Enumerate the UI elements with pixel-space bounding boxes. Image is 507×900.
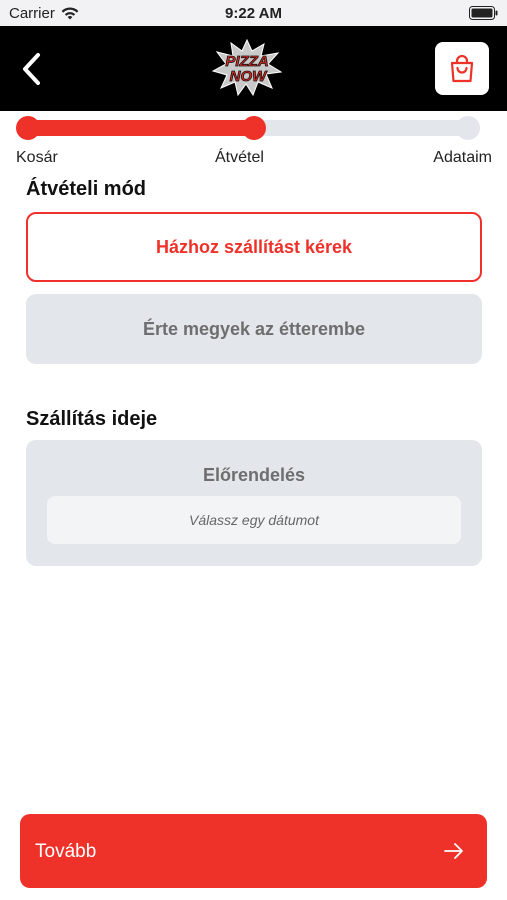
preorder-card: Előrendelés xyxy=(26,440,482,566)
step-dot-atvetel[interactable] xyxy=(242,116,266,140)
step-label-kosar: Kosár xyxy=(16,149,58,166)
home-delivery-option[interactable]: Házhoz szállítást kérek xyxy=(26,212,482,282)
shopping-bag-icon xyxy=(450,54,474,82)
preorder-label: Előrendelés xyxy=(202,465,306,485)
chevron-left-icon xyxy=(23,53,40,85)
restaurant-pickup-option[interactable]: Érte megyek az étterembe xyxy=(26,294,482,364)
delivery-time-section-title: Szállítás ideje xyxy=(26,408,158,430)
step-label-atvetel: Átvétel xyxy=(215,149,264,166)
next-button-label: Tovább xyxy=(35,841,97,862)
pizza-now-logo: PIZZA NOW xyxy=(212,38,282,96)
back-button[interactable] xyxy=(16,50,50,88)
status-bar: Carrier 9:22 AM xyxy=(0,0,507,26)
status-time: 9:22 AM xyxy=(225,5,282,22)
step-label-adataim: Adataim xyxy=(433,149,492,166)
step-dot-kosar[interactable] xyxy=(16,116,40,140)
svg-text:NOW: NOW xyxy=(230,68,269,85)
arrow-right-icon xyxy=(444,843,463,859)
checkout-stepper: Kosár Átvétel Adataim xyxy=(0,111,507,171)
cart-button[interactable] xyxy=(435,42,489,95)
next-button[interactable]: Tovább xyxy=(20,814,487,888)
step-dot-adataim[interactable] xyxy=(456,116,480,140)
app-header: PIZZA NOW xyxy=(0,26,507,111)
progress-fill xyxy=(28,120,254,136)
battery-icon xyxy=(469,6,498,20)
pickup-section-title: Átvételi mód xyxy=(26,178,147,200)
date-picker-field[interactable] xyxy=(47,496,461,544)
